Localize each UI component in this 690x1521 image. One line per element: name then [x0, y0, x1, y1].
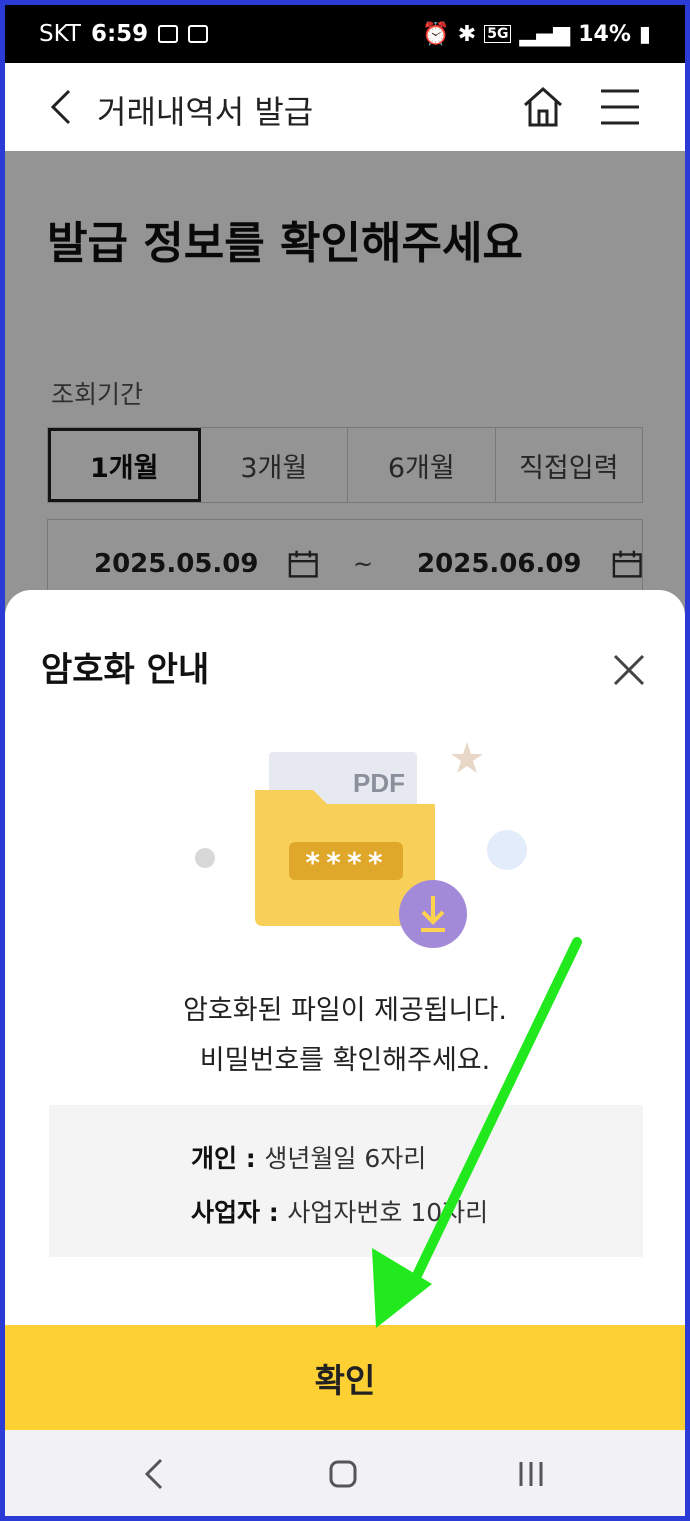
- screen-frame: SKT 6:59 ⏰ ✱ 5G ▂▄▆ 14% ▮ 거래내역서 발급 발급 정보…: [5, 5, 685, 1516]
- star-icon: [451, 742, 483, 773]
- nav-recents-icon[interactable]: [511, 1454, 551, 1494]
- info-label: 사업자: [191, 1198, 261, 1227]
- close-icon[interactable]: [609, 650, 649, 690]
- notice-message-line1: 암호화된 파일이 제공됩니다.: [183, 995, 507, 1026]
- decor-dot-icon: [195, 848, 215, 868]
- home-icon[interactable]: [519, 83, 567, 131]
- nav-home-icon[interactable]: [323, 1454, 363, 1494]
- alarm-icon: ⏰: [422, 21, 450, 47]
- pdf-label: PDF: [353, 768, 405, 798]
- decor-bubble-icon: [487, 830, 527, 870]
- info-row-individual: 개인 : 생년월일 6자리: [191, 1144, 427, 1173]
- battery-level: 14%: [578, 21, 631, 47]
- carrier-label: SKT: [39, 21, 81, 47]
- encryption-notice-sheet: 암호화 안내 PDF **** 암호화된 파일이 제공됩니다. 비밀번호를 확인…: [5, 590, 685, 1430]
- network-type: 5G: [484, 25, 512, 43]
- password-mask: ****: [304, 846, 387, 879]
- bluetooth-icon: ✱: [457, 21, 477, 47]
- gallery-notification-icon: [158, 25, 179, 43]
- voicemail-notification-icon: [188, 25, 209, 43]
- encrypted-pdf-illustration: PDF ****: [195, 742, 527, 948]
- sheet-title: 암호화 안내: [41, 650, 210, 690]
- clock: 6:59: [90, 21, 149, 47]
- password-info-box: 개인 : 생년월일 6자리 사업자 : 사업자번호 10자리: [49, 1105, 643, 1257]
- system-nav-bar: [5, 1430, 685, 1516]
- info-value: 사업자번호 10자리: [287, 1198, 489, 1227]
- app-header: 거래내역서 발급: [5, 63, 685, 151]
- battery-icon: ▮: [638, 21, 651, 47]
- notice-message-line2: 비밀번호를 확인해주세요.: [199, 1045, 491, 1076]
- status-bar: SKT 6:59 ⏰ ✱ 5G ▂▄▆ 14% ▮: [5, 5, 685, 63]
- nav-back-icon[interactable]: [135, 1454, 175, 1494]
- back-arrow-icon[interactable]: [41, 85, 81, 129]
- header-title: 거래내역서 발급: [97, 93, 314, 131]
- confirm-button[interactable]: 확인: [5, 1325, 685, 1430]
- info-value: 생년월일 6자리: [264, 1144, 427, 1173]
- info-label: 개인: [191, 1144, 238, 1173]
- signal-icon: ▂▄▆: [519, 21, 571, 47]
- info-row-business: 사업자 : 사업자번호 10자리: [191, 1198, 489, 1227]
- hamburger-menu-icon[interactable]: [597, 85, 643, 129]
